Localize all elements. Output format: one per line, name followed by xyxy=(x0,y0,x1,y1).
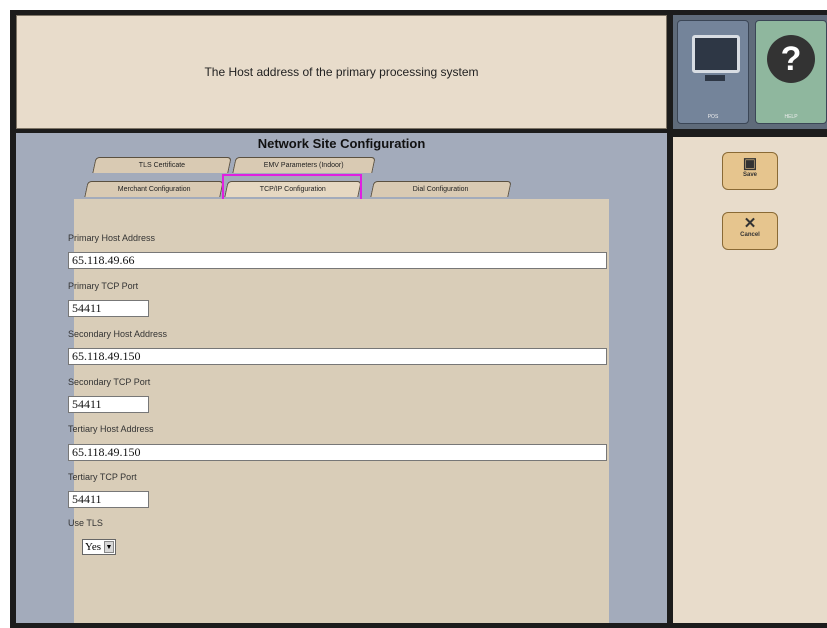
secondary-host-input[interactable]: 65.118.49.150 xyxy=(68,348,607,365)
cancel-button[interactable]: ✕ Cancel xyxy=(722,212,778,250)
tab-label: EMV Parameters (Indoor) xyxy=(263,162,344,169)
tertiary-host-label: Tertiary Host Address xyxy=(68,424,154,434)
page-title: Network Site Configuration xyxy=(257,136,426,151)
use-tls-label: Use TLS xyxy=(68,518,103,528)
tab-label: TLS Certificate xyxy=(138,162,185,169)
primary-host-input[interactable]: 65.118.49.66 xyxy=(68,252,607,269)
x-icon: ✕ xyxy=(743,215,757,232)
help-info-panel: The Host address of the primary processi… xyxy=(16,15,667,129)
save-button[interactable]: ▣ Save xyxy=(722,152,778,190)
save-button-label: Save xyxy=(742,172,757,178)
floppy-disk-icon: ▣ xyxy=(742,155,758,172)
monitor-icon xyxy=(692,35,740,73)
tab-merchant-configuration[interactable]: Merchant Configuration xyxy=(84,181,224,197)
primary-host-label: Primary Host Address xyxy=(68,233,156,243)
tab-tls-certificate[interactable]: TLS Certificate xyxy=(92,157,232,173)
question-mark-icon: ? xyxy=(767,35,815,83)
tab-label: Merchant Configuration xyxy=(117,186,191,193)
help-button-label: HELP xyxy=(784,114,798,120)
tertiary-port-label: Tertiary TCP Port xyxy=(68,472,137,482)
secondary-host-label: Secondary Host Address xyxy=(68,329,168,339)
use-tls-select[interactable]: Yes ▼ xyxy=(82,539,116,555)
pos-button[interactable]: POS xyxy=(677,20,749,124)
help-button[interactable]: ? HELP xyxy=(755,20,827,124)
secondary-port-input[interactable]: 54411 xyxy=(68,396,149,413)
primary-port-input[interactable]: 54411 xyxy=(68,300,149,317)
use-tls-value: Yes xyxy=(85,541,102,553)
tertiary-host-input[interactable]: 65.118.49.150 xyxy=(68,444,607,461)
chevron-down-icon[interactable]: ▼ xyxy=(104,541,114,553)
tab-label: Dial Configuration xyxy=(412,186,469,193)
secondary-port-label: Secondary TCP Port xyxy=(68,377,151,387)
action-panel xyxy=(673,137,827,623)
monitor-stand xyxy=(705,75,725,81)
tab-dial-configuration[interactable]: Dial Configuration xyxy=(370,181,512,197)
tab-emv-parameters[interactable]: EMV Parameters (Indoor) xyxy=(232,157,376,173)
tertiary-port-input[interactable]: 54411 xyxy=(68,491,149,508)
primary-port-label: Primary TCP Port xyxy=(68,281,139,291)
cancel-button-label: Cancel xyxy=(740,232,760,238)
help-info-text: The Host address of the primary processi… xyxy=(204,65,479,79)
pos-button-label: POS xyxy=(707,114,719,120)
